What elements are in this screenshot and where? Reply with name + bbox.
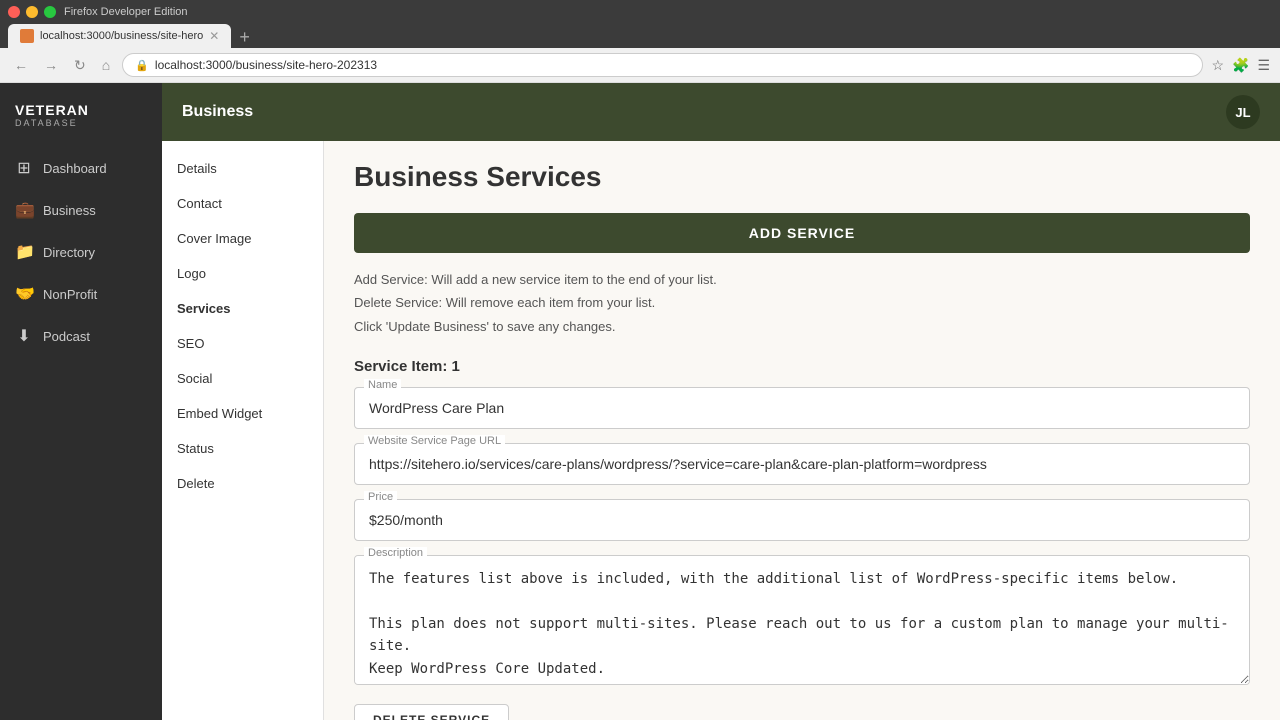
price-field-label: Price (364, 491, 397, 503)
description-textarea[interactable]: The features list above is included, wit… (354, 555, 1250, 685)
sidebar-item-business[interactable]: 💼 Business (0, 190, 162, 230)
url-field-label: Website Service Page URL (364, 435, 505, 447)
nav-seo[interactable]: SEO (162, 326, 323, 361)
forward-button[interactable]: → (40, 55, 62, 75)
top-bar: Business JL (162, 83, 1280, 141)
browser-title: Firefox Developer Edition (64, 6, 188, 18)
price-input[interactable] (354, 499, 1250, 541)
secondary-nav: Details Contact Cover Image Logo Service… (162, 141, 324, 720)
logo-area: VETERAN DATABASE (0, 93, 162, 148)
nonprofit-icon: 🤝 (15, 284, 33, 304)
home-button[interactable]: ⌂ (98, 55, 114, 75)
nav-items: ⊞ Dashboard 💼 Business 📁 Directory 🤝 Non… (0, 148, 162, 356)
content-area: Business Services ADD SERVICE Add Servic… (324, 141, 1280, 720)
nav-embed-widget[interactable]: Embed Widget (162, 396, 323, 431)
refresh-button[interactable]: ↻ (70, 55, 90, 76)
avatar: JL (1226, 95, 1260, 129)
browser-tabs: localhost:3000/business/site-hero ✕ + (8, 24, 256, 48)
url-input[interactable] (354, 443, 1250, 485)
name-field-group: Name (354, 387, 1250, 429)
name-input[interactable] (354, 387, 1250, 429)
left-nav: VETERAN DATABASE ⊞ Dashboard 💼 Business … (0, 83, 162, 720)
logo-text: VETERAN (15, 103, 147, 118)
lock-icon: 🔒 (135, 59, 149, 72)
sidebar-item-podcast[interactable]: ⬇ Podcast (0, 316, 162, 356)
toolbar-icons: ☆ 🧩 ☰ (1211, 57, 1270, 74)
sidebar-item-nonprofit[interactable]: 🤝 NonProfit (0, 274, 162, 314)
instructions: Add Service: Will add a new service item… (354, 268, 1250, 338)
service-item-header: Service Item: 1 (354, 358, 1250, 375)
nav-contact[interactable]: Contact (162, 186, 323, 221)
instruction-line-1: Add Service: Will add a new service item… (354, 268, 1250, 291)
close-window-button[interactable] (8, 6, 20, 18)
nav-status[interactable]: Status (162, 431, 323, 466)
nav-cover-image[interactable]: Cover Image (162, 221, 323, 256)
back-button[interactable]: ← (10, 55, 32, 75)
directory-icon: 📁 (15, 242, 33, 262)
delete-service-button[interactable]: DELETE SERVICE (354, 704, 509, 720)
instruction-line-2: Delete Service: Will remove each item fr… (354, 291, 1250, 314)
sidebar-item-dashboard[interactable]: ⊞ Dashboard (0, 148, 162, 188)
tab-title: localhost:3000/business/site-hero (40, 30, 203, 42)
dashboard-icon: ⊞ (15, 158, 33, 178)
page-title: Business Services (354, 161, 1250, 193)
description-field-group: Description The features list above is i… (354, 555, 1250, 690)
app: VETERAN DATABASE ⊞ Dashboard 💼 Business … (0, 83, 1280, 720)
extensions-icon[interactable]: 🧩 (1232, 57, 1249, 74)
maximize-window-button[interactable] (44, 6, 56, 18)
price-field-group: Price (354, 499, 1250, 541)
business-icon: 💼 (15, 200, 33, 220)
nav-services[interactable]: Services (162, 291, 323, 326)
instruction-line-3: Click 'Update Business' to save any chan… (354, 315, 1250, 338)
tab-favicon (20, 29, 34, 43)
tab-close-button[interactable]: ✕ (209, 29, 219, 43)
nav-details[interactable]: Details (162, 151, 323, 186)
title-bar: Firefox Developer Edition (8, 6, 1272, 18)
top-bar-title: Business (182, 103, 253, 121)
url-text: localhost:3000/business/site-hero-202313 (155, 58, 377, 72)
name-field-label: Name (364, 379, 401, 391)
sidebar-item-directory[interactable]: 📁 Directory (0, 232, 162, 272)
browser-chrome: Firefox Developer Edition localhost:3000… (0, 0, 1280, 48)
traffic-lights (8, 6, 56, 18)
sidebar-item-label: Podcast (43, 329, 90, 344)
browser-toolbar: ← → ↻ ⌂ 🔒 localhost:3000/business/site-h… (0, 48, 1280, 83)
nav-logo[interactable]: Logo (162, 256, 323, 291)
description-field-label: Description (364, 547, 427, 559)
address-bar[interactable]: 🔒 localhost:3000/business/site-hero-2023… (122, 53, 1203, 77)
new-tab-button[interactable]: + (233, 27, 256, 48)
nav-social[interactable]: Social (162, 361, 323, 396)
minimize-window-button[interactable] (26, 6, 38, 18)
url-field-group: Website Service Page URL (354, 443, 1250, 485)
active-tab[interactable]: localhost:3000/business/site-hero ✕ (8, 24, 231, 48)
sidebar-item-label: NonProfit (43, 287, 97, 302)
add-service-button[interactable]: ADD SERVICE (354, 213, 1250, 253)
sidebar-item-label: Dashboard (43, 161, 107, 176)
logo-sub: DATABASE (15, 118, 147, 128)
sidebar-item-label: Directory (43, 245, 95, 260)
bookmark-icon[interactable]: ☆ (1211, 57, 1224, 74)
nav-delete[interactable]: Delete (162, 466, 323, 501)
podcast-icon: ⬇ (15, 326, 33, 346)
sidebar-item-label: Business (43, 203, 96, 218)
menu-icon[interactable]: ☰ (1257, 57, 1270, 74)
main-area: Business JL Details Contact Cover Image … (162, 83, 1280, 720)
